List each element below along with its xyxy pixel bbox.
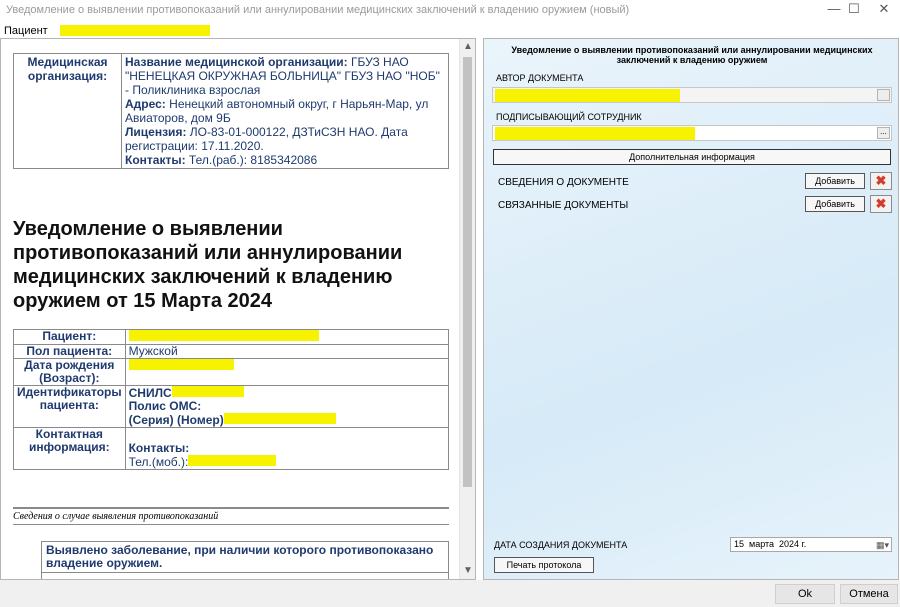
patient-name-redacted xyxy=(60,25,210,36)
contact-info-row-label: Контактная информация: xyxy=(13,427,126,470)
snils-value-redacted xyxy=(171,386,244,397)
author-browse-button[interactable] xyxy=(877,89,890,101)
scrollbar-thumb[interactable] xyxy=(463,57,472,487)
patient-bar: Пациент xyxy=(0,22,900,38)
signer-browse-button[interactable]: ... xyxy=(877,127,890,139)
diagnosis-text: Выявлено заболевание, при наличии которо… xyxy=(41,541,449,573)
creation-date-value: 15 марта 2024 г. xyxy=(734,539,807,549)
diagnosis-table: Выявлено заболевание, при наличии которо… xyxy=(41,541,449,579)
org-contacts-label: Контакты: xyxy=(125,153,186,167)
dob-row-label: Дата рождения (Возраст): xyxy=(13,358,126,386)
author-field[interactable] xyxy=(492,87,892,103)
patient-row-label: Пациент: xyxy=(13,329,126,345)
window-titlebar: Уведомление о выявлении противопоказаний… xyxy=(0,0,900,22)
creation-date-picker[interactable]: 15 марта 2024 г. ▦▾ xyxy=(730,537,892,552)
org-name-label: Название медицинской организации: xyxy=(125,55,348,69)
address-label: Адрес: xyxy=(125,97,166,111)
phone-label: Тел.(моб.): xyxy=(128,455,189,469)
dob-value-redacted xyxy=(128,359,234,370)
oms-value-redacted xyxy=(223,413,336,424)
window-title: Уведомление о выявлении противопоказаний… xyxy=(6,4,630,16)
scroll-up-icon[interactable]: ▲ xyxy=(460,39,475,55)
author-label: АВТОР ДОКУМЕНТА xyxy=(496,73,584,83)
diagnosis-empty-row xyxy=(41,572,449,579)
org-label: Медицинская организация: xyxy=(13,53,122,169)
license-label: Лицензия: xyxy=(125,125,187,139)
related-docs-add-button[interactable]: Добавить xyxy=(805,196,865,212)
ok-button[interactable]: Ok xyxy=(775,584,835,604)
snils-label: СНИЛС xyxy=(128,386,172,400)
doc-info-add-button[interactable]: Добавить xyxy=(805,173,865,189)
calendar-dropdown-icon[interactable]: ▦▾ xyxy=(876,539,889,552)
section-title: Сведения о случае выявления противопоказ… xyxy=(13,511,219,522)
document-page: Медицинская организация: Название медици… xyxy=(1,39,459,579)
sex-row-label: Пол пациента: xyxy=(13,344,126,359)
patient-name-value-redacted xyxy=(128,330,319,341)
additional-info-button[interactable]: Дополнительная информация xyxy=(493,149,891,165)
form-panel: Уведомление о выявлении противопоказаний… xyxy=(483,38,899,580)
patient-row-value xyxy=(124,329,450,345)
creation-date-label: ДАТА СОЗДАНИЯ ДОКУМЕНТА xyxy=(494,540,628,550)
close-window-button[interactable]: ✕ xyxy=(862,0,900,20)
org-contacts-value: Тел.(раб.): 8185342086 xyxy=(185,153,318,167)
section-divider-bottom xyxy=(13,524,449,525)
cancel-button[interactable]: Отмена xyxy=(840,584,898,604)
dob-row-value xyxy=(124,358,450,386)
org-details: Название медицинской организации: ГБУЗ Н… xyxy=(121,53,449,169)
signer-label: ПОДПИСЫВАЮЩИЙ СОТРУДНИК xyxy=(496,112,642,122)
signer-field[interactable]: ... xyxy=(492,125,892,141)
oms-label: Полис ОМС: xyxy=(128,399,202,413)
ids-row-label: Идентификаторы пациента: xyxy=(13,385,126,428)
signer-value-redacted xyxy=(495,127,695,140)
patient-info-table: Пациент: Пол пациента: Мужской Дата рожд… xyxy=(13,329,450,470)
sex-row-value: Мужской xyxy=(124,344,450,359)
scroll-down-icon[interactable]: ▼ xyxy=(460,563,475,579)
phone-value-redacted xyxy=(188,455,277,466)
document-preview-pane: Медицинская организация: Название медици… xyxy=(0,38,476,580)
document-title: Уведомление о выявлении противопоказаний… xyxy=(13,218,403,312)
related-docs-label: СВЯЗАННЫЕ ДОКУМЕНТЫ xyxy=(498,200,629,211)
org-info-table: Медицинская организация: Название медици… xyxy=(13,53,449,169)
ids-row-value: СНИЛС Полис ОМС: (Серия) (Номер) xyxy=(124,385,450,428)
author-value-redacted xyxy=(495,89,680,102)
doc-info-label: СВЕДЕНИЯ О ДОКУМЕНТЕ xyxy=(498,177,629,188)
print-protocol-button[interactable]: Печать протокола xyxy=(494,557,594,573)
contact-info-row-value: Контакты: Тел.(моб.): xyxy=(124,427,450,470)
section-divider xyxy=(13,507,449,509)
form-title: Уведомление о выявлении противопоказаний… xyxy=(511,45,873,65)
patient-contacts-label: Контакты: xyxy=(128,441,190,455)
patient-label: Пациент xyxy=(4,25,48,37)
dialog-footer: Ok Отмена xyxy=(0,580,900,607)
doc-info-delete-icon[interactable]: ✖ xyxy=(870,172,892,190)
series-number-label: (Серия) (Номер) xyxy=(128,413,224,427)
related-docs-delete-icon[interactable]: ✖ xyxy=(870,195,892,213)
document-scrollbar[interactable]: ▲ ▼ xyxy=(459,39,475,579)
address-value: Ненецкий автономный округ, г Нарьян-Мар,… xyxy=(125,97,429,125)
